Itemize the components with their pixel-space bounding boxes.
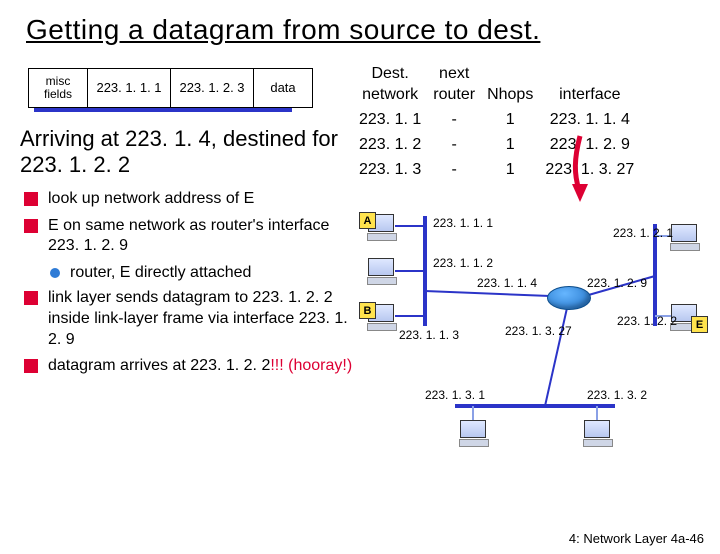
- page-title: Getting a datagram from source to dest.: [26, 14, 720, 46]
- bullet-text: datagram arrives at 223. 1. 2. 2!!! (hoo…: [48, 356, 352, 377]
- packet-dst: 223. 1. 2. 3: [171, 69, 254, 107]
- ip-label: 223. 1. 1. 1: [433, 216, 493, 230]
- host-e-label: E: [691, 316, 708, 333]
- ip-label: 223. 1. 3. 27: [505, 324, 572, 338]
- rtable-cell: 1: [506, 110, 515, 131]
- packet-misc: misc fields: [29, 69, 88, 107]
- bullet-list: look up network address of E E on same n…: [20, 189, 355, 377]
- bullet-icon: [24, 219, 38, 233]
- rtable-cell: -: [452, 160, 457, 181]
- ip-label: 223. 1. 1. 3: [399, 328, 459, 342]
- ip-label: 223. 1. 3. 1: [425, 388, 485, 402]
- slide-footer: 4: Network Layer 4a-46: [569, 531, 704, 546]
- packet-src: 223. 1. 1. 1: [88, 69, 171, 107]
- datagram-packet: misc fields 223. 1. 1. 1 223. 1. 2. 3 da…: [28, 68, 298, 114]
- packet-data: data: [254, 69, 312, 107]
- host-icon: [367, 258, 395, 285]
- network-diagram: A 223. 1. 1. 1 223. 1. 1. 2 B 223. 1. 1.…: [355, 196, 695, 456]
- bullet-icon: [24, 359, 38, 373]
- rtable-cell: 223. 1. 1. 4: [550, 110, 630, 131]
- bullet-text: link layer sends datagram to 223. 1. 2. …: [48, 288, 355, 350]
- host-a-label: A: [359, 212, 376, 229]
- host-icon: [670, 224, 698, 251]
- arriving-heading: Arriving at 223. 1. 4, destined for 223.…: [20, 126, 355, 179]
- rtable-cell: 223. 1. 1: [359, 110, 421, 131]
- host-icon: [583, 420, 611, 447]
- host-b-label: B: [359, 302, 376, 319]
- ip-label: 223. 1. 1. 4: [477, 276, 537, 290]
- bullet-text: E on same network as router's interface …: [48, 216, 355, 258]
- rtable-cell: 223. 1. 3: [359, 160, 421, 181]
- bullet-text: router, E directly attached: [70, 263, 251, 284]
- rtable-cell: 1: [506, 135, 515, 156]
- ip-label: 223. 1. 2. 1: [613, 226, 673, 240]
- rtable-cell: -: [452, 135, 457, 156]
- rtable-header: interface: [559, 64, 620, 106]
- ip-label: 223. 1. 2. 9: [587, 276, 647, 290]
- rtable-cell: -: [452, 110, 457, 131]
- ip-label: 223. 1. 1. 2: [433, 256, 493, 270]
- arrow-icon: [570, 134, 590, 204]
- rtable-header: Nhops: [487, 64, 533, 106]
- bullet-icon: [24, 291, 38, 305]
- subbullet-icon: [50, 268, 60, 278]
- rtable-cell: 1: [506, 160, 515, 181]
- routing-table: Dest. network 223. 1. 1 223. 1. 2 223. 1…: [359, 64, 700, 180]
- ip-label: 223. 1. 3. 2: [587, 388, 647, 402]
- bullet-text: look up network address of E: [48, 189, 254, 210]
- left-column: misc fields 223. 1. 1. 1 223. 1. 2. 3 da…: [20, 64, 355, 456]
- host-icon: [459, 420, 487, 447]
- rtable-header: Dest. network: [362, 64, 418, 106]
- rtable-header: next router: [433, 64, 475, 106]
- ip-label: 223. 1. 2. 2: [617, 314, 677, 328]
- rtable-cell: 223. 1. 2: [359, 135, 421, 156]
- bullet-icon: [24, 192, 38, 206]
- right-column: Dest. network 223. 1. 1 223. 1. 2 223. 1…: [355, 64, 700, 456]
